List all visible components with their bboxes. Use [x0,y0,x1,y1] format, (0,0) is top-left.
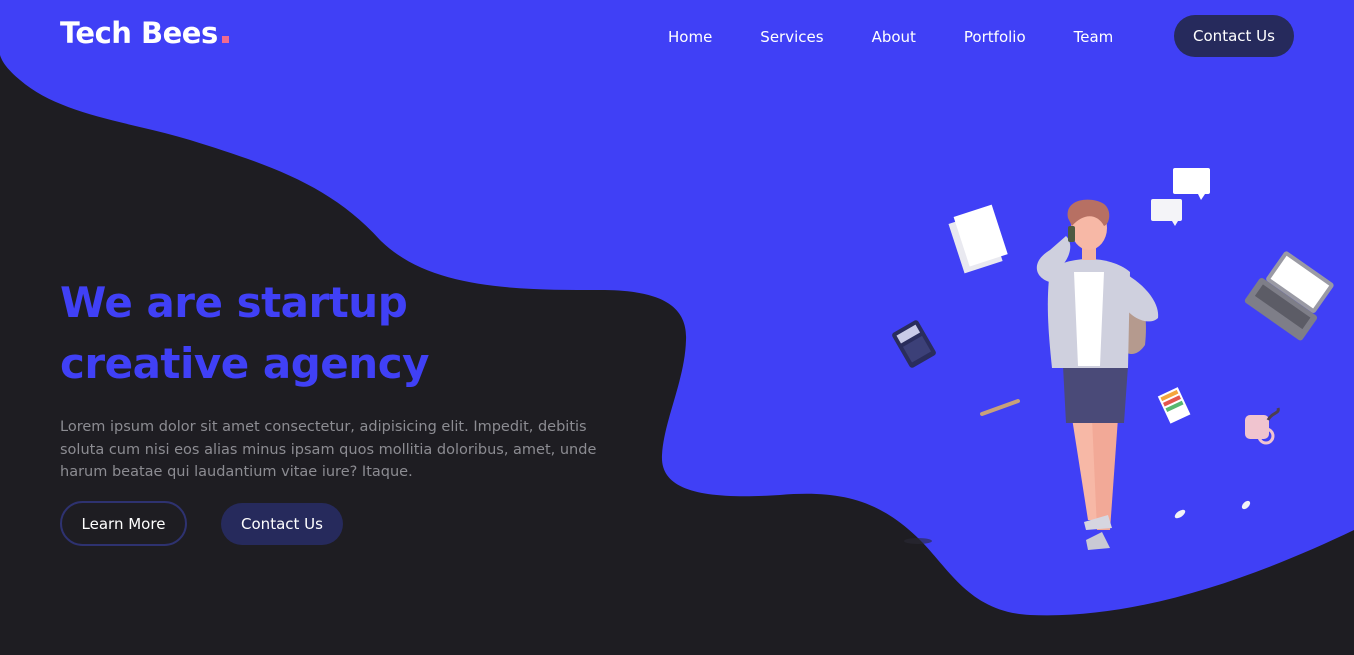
laptop-icon [1244,251,1334,341]
calculator-icon [892,320,936,368]
hero-description: Lorem ipsum dolor sit amet consectetur, … [60,419,597,480]
nav-item-home[interactable]: Home [668,27,712,47]
hero-contact-button[interactable]: Contact Us [221,503,343,545]
nav-item-team[interactable]: Team [1074,27,1114,47]
nav-contact-button[interactable]: Contact Us [1174,15,1294,57]
papers-icon [948,204,1008,274]
brand-name: Tech Bees [60,16,218,50]
speech-bubble-icon [1151,168,1210,226]
hero-illustration [892,168,1334,550]
nav-item-services[interactable]: Services [760,27,823,47]
hero-title: We are startup creative agency [60,272,429,394]
pencil-icon [980,399,1020,416]
nav-item-about[interactable]: About [872,27,916,47]
color-swatch-icon [1157,387,1191,424]
leaf-icon [1174,500,1251,519]
main-nav: Home Services About Portfolio Team [668,27,1161,47]
mug-icon [1245,407,1280,445]
hero-title-line-1: We are startup [60,278,408,327]
person-figure [904,199,1159,550]
hero-title-line-2: creative agency [60,339,429,388]
nav-item-portfolio[interactable]: Portfolio [964,27,1026,47]
logo-dot-icon [221,36,229,43]
learn-more-button[interactable]: Learn More [60,501,187,546]
brand-logo[interactable]: Tech Bees [60,16,229,50]
